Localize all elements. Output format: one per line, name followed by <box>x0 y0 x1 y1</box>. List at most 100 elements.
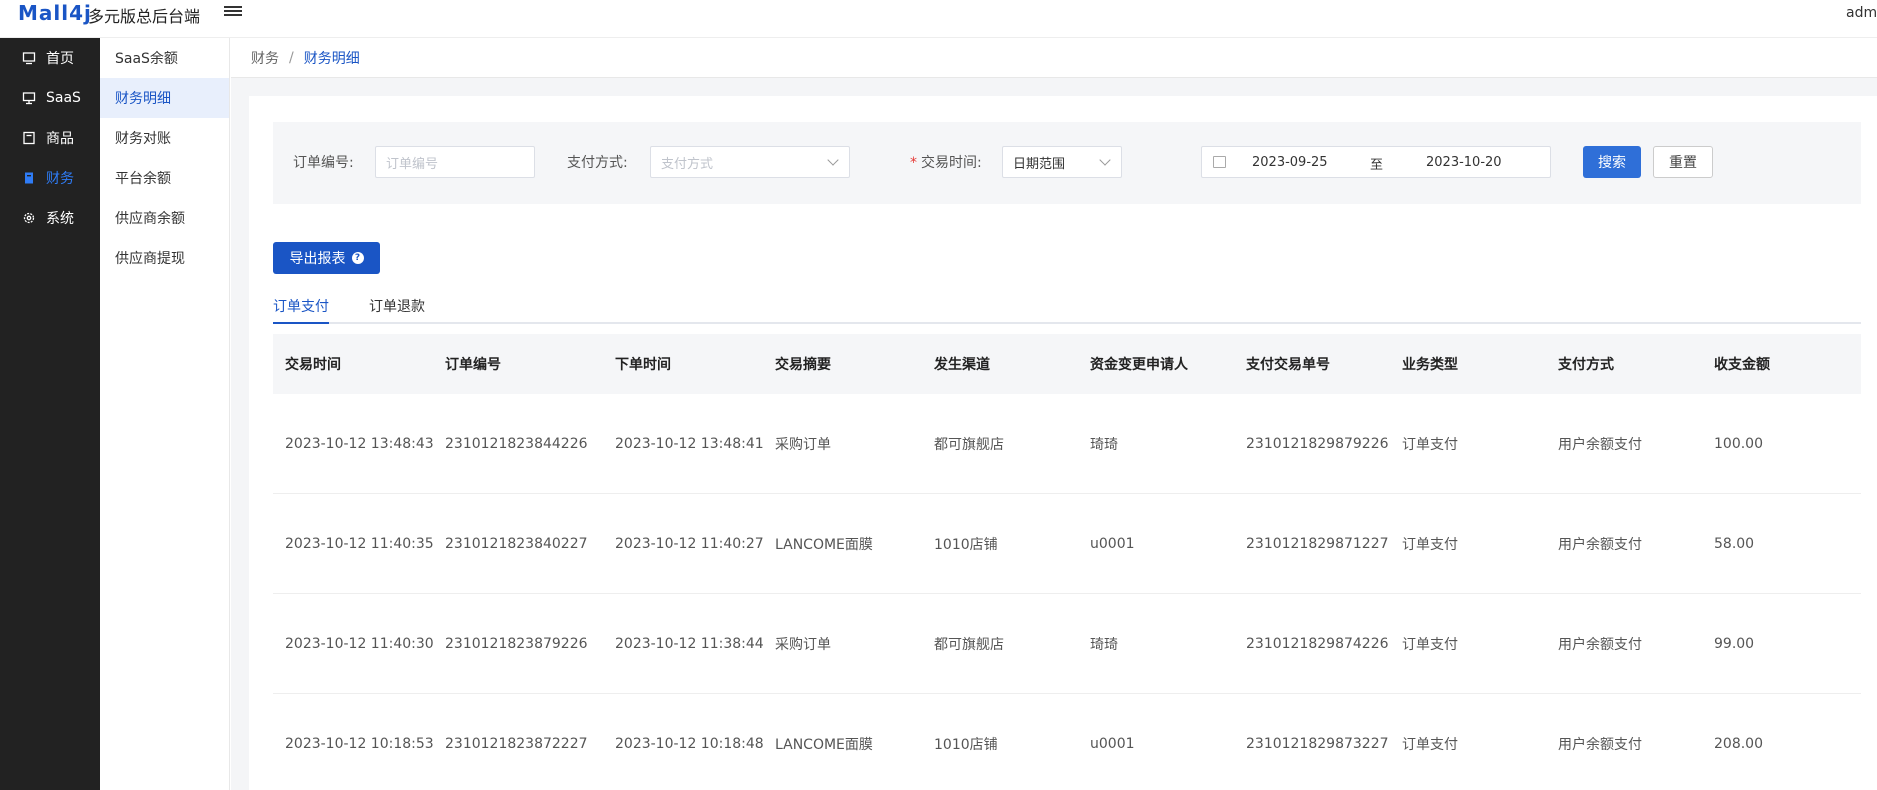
sidebar-item-label: SaaS <box>46 90 81 106</box>
cell-col-pay-number: 2310121829879226 <box>1246 435 1389 452</box>
sidebar-item-product[interactable]: 商品 <box>0 118 100 158</box>
submenu-item-reconciliation[interactable]: 财务对账 <box>100 118 229 158</box>
payment-method-label: 支付方式: <box>567 155 628 171</box>
cell-col-summary: LANCOME面膜 <box>775 736 873 753</box>
main-sidebar: 首页 SaaS 商品 财务 系统 <box>0 38 100 790</box>
cell-col-channel: 1010店铺 <box>934 536 998 553</box>
order-number-label: 订单编号: <box>293 155 354 171</box>
export-report-button[interactable]: 导出报表 ? <box>273 242 380 274</box>
table-row: 2023-10-12 10:18:53 2310121823872227 2023-… <box>273 694 1861 790</box>
time-type-select[interactable]: 日期范围 <box>1002 146 1122 178</box>
finance-icon <box>22 171 36 185</box>
cell-col-applicant: u0001 <box>1090 735 1135 752</box>
chevron-down-icon <box>827 154 839 166</box>
cell-col-biz-type: 订单支付 <box>1402 436 1458 453</box>
cell-col-pay-number: 2310121829871227 <box>1246 535 1389 552</box>
user-menu[interactable]: admin <box>1846 5 1877 21</box>
cell-col-biz-type: 订单支付 <box>1402 536 1458 553</box>
cell-col-pay-number: 2310121829874226 <box>1246 635 1389 652</box>
logo: Mall4j <box>18 1 92 25</box>
sidebar-item-finance[interactable]: 财务 <box>0 158 100 198</box>
cell-col-order-time: 2023-10-12 13:48:41 <box>615 435 764 452</box>
cell-col-amount: 100.00 <box>1714 435 1763 452</box>
order-number-input[interactable]: 订单编号 <box>375 146 535 178</box>
cell-col-channel: 1010店铺 <box>934 736 998 753</box>
cell-col-amount: 58.00 <box>1714 535 1755 552</box>
header-col-amount: 收支金额 <box>1714 357 1770 373</box>
gear-icon <box>22 211 36 225</box>
header-col-applicant: 资金变更申请人 <box>1090 357 1188 373</box>
content-card: 订单编号: 订单编号 支付方式: 支付方式 * 交易时间: 日期范围 2023-0… <box>249 96 1877 790</box>
date-end[interactable]: 2023-10-20 <box>1426 155 1502 170</box>
search-button[interactable]: 搜索 <box>1583 146 1641 178</box>
sidebar-item-system[interactable]: 系统 <box>0 198 100 238</box>
main-content: 财务 / 财务明细 订单编号: 订单编号 支付方式: 支付方式 * 交易时间: 日… <box>231 38 1877 790</box>
menu-collapse-icon[interactable] <box>224 4 242 20</box>
table-header: 交易时间 订单编号 下单时间 交易摘要 发生渠道 资金变更申请人 支付交易单号 业务类型 支付方… <box>273 334 1861 394</box>
header-col-order-time: 下单时间 <box>615 357 671 373</box>
monitor-icon <box>22 91 36 105</box>
breadcrumb: 财务 / 财务明细 <box>231 38 1877 78</box>
header-col-biz-type: 业务类型 <box>1402 357 1458 373</box>
table-row: 2023-10-12 13:48:43 2310121823844226 2023-… <box>273 394 1861 494</box>
top-header: Mall4j 多元版总后台端 admin <box>0 0 1877 38</box>
date-range-separator: 至 <box>1370 158 1384 173</box>
cell-col-summary: 采购订单 <box>775 636 831 653</box>
table-body: 2023-10-12 13:48:43 2310121823844226 2023-… <box>273 394 1861 790</box>
cell-col-biz-type: 订单支付 <box>1402 736 1458 753</box>
cell-col-channel: 都可旗舰店 <box>934 436 1004 453</box>
breadcrumb-current: 财务明细 <box>303 50 360 67</box>
breadcrumb-parent[interactable]: 财务 <box>251 48 279 68</box>
payment-method-placeholder: 支付方式 <box>661 156 714 172</box>
cell-col-applicant: 琦琦 <box>1090 436 1118 453</box>
chevron-down-icon <box>1099 154 1111 166</box>
cell-col-pay-method: 用户余额支付 <box>1558 636 1642 653</box>
cell-col-pay-method: 用户余额支付 <box>1558 436 1642 453</box>
sidebar-item-label: 首页 <box>46 51 74 67</box>
trade-time-label-text: 交易时间: <box>921 155 982 171</box>
search-panel: 订单编号: 订单编号 支付方式: 支付方式 * 交易时间: 日期范围 2023-0… <box>273 122 1861 204</box>
sidebar-item-label: 商品 <box>46 131 74 147</box>
cell-col-applicant: 琦琦 <box>1090 636 1118 653</box>
submenu-item-platform-balance[interactable]: 平台余额 <box>100 158 229 198</box>
cell-col-applicant: u0001 <box>1090 535 1135 552</box>
sidebar-item-home[interactable]: 首页 <box>0 38 100 78</box>
tab-order-refund[interactable]: 订单退款 <box>369 296 425 324</box>
table-row: 2023-10-12 11:40:30 2310121823879226 2023-… <box>273 594 1861 694</box>
cell-col-order-number: 2310121823844226 <box>445 435 588 452</box>
cell-col-amount: 99.00 <box>1714 635 1755 652</box>
date-start[interactable]: 2023-09-25 <box>1252 155 1328 170</box>
cell-col-order-number: 2310121823840227 <box>445 535 588 552</box>
app-title: 多元版总后台端 <box>88 7 201 26</box>
sidebar-item-label: 系统 <box>46 211 74 227</box>
reset-button[interactable]: 重置 <box>1653 146 1713 178</box>
cell-col-channel: 都可旗舰店 <box>934 636 1004 653</box>
cell-col-pay-method: 用户余额支付 <box>1558 736 1642 753</box>
cell-col-summary: 采购订单 <box>775 436 831 453</box>
submenu-item-finance-detail[interactable]: 财务明细 <box>100 78 229 118</box>
help-icon[interactable]: ? <box>351 252 364 264</box>
required-mark: * <box>910 155 917 171</box>
table-row: 2023-10-12 11:40:35 2310121823840227 2023-… <box>273 494 1861 594</box>
submenu-item-supplier-balance[interactable]: 供应商余额 <box>100 198 229 238</box>
cell-col-order-time: 2023-10-12 10:18:48 <box>615 735 764 752</box>
submenu-item-saas-balance[interactable]: SaaS余额 <box>100 38 229 78</box>
home-icon <box>22 51 36 65</box>
sub-menu: SaaS余额 财务明细 财务对账 平台余额 供应商余额 供应商提现 <box>100 38 230 790</box>
cell-col-trade-time: 2023-10-12 11:40:30 <box>285 635 434 652</box>
cell-col-order-number: 2310121823872227 <box>445 735 588 752</box>
breadcrumb-separator: / <box>289 49 294 66</box>
date-range-picker[interactable]: 2023-09-25 至 2023-10-20 <box>1201 146 1551 178</box>
header-col-pay-method: 支付方式 <box>1558 357 1614 373</box>
header-col-pay-number: 支付交易单号 <box>1246 357 1330 373</box>
tab-order-payment[interactable]: 订单支付 <box>273 296 329 324</box>
payment-method-select[interactable]: 支付方式 <box>650 146 850 178</box>
tab-bar: 订单支付 订单退款 <box>273 296 1861 324</box>
sidebar-item-label: 财务 <box>46 171 74 187</box>
cell-col-order-number: 2310121823879226 <box>445 635 588 652</box>
submenu-item-supplier-withdraw[interactable]: 供应商提现 <box>100 238 229 278</box>
sidebar-item-saas[interactable]: SaaS <box>0 78 100 118</box>
finance-table: 交易时间 订单编号 下单时间 交易摘要 发生渠道 资金变更申请人 支付交易单号 业务类型 支付方… <box>273 334 1861 790</box>
cell-col-summary: LANCOME面膜 <box>775 536 873 553</box>
cell-col-order-time: 2023-10-12 11:40:27 <box>615 535 764 552</box>
